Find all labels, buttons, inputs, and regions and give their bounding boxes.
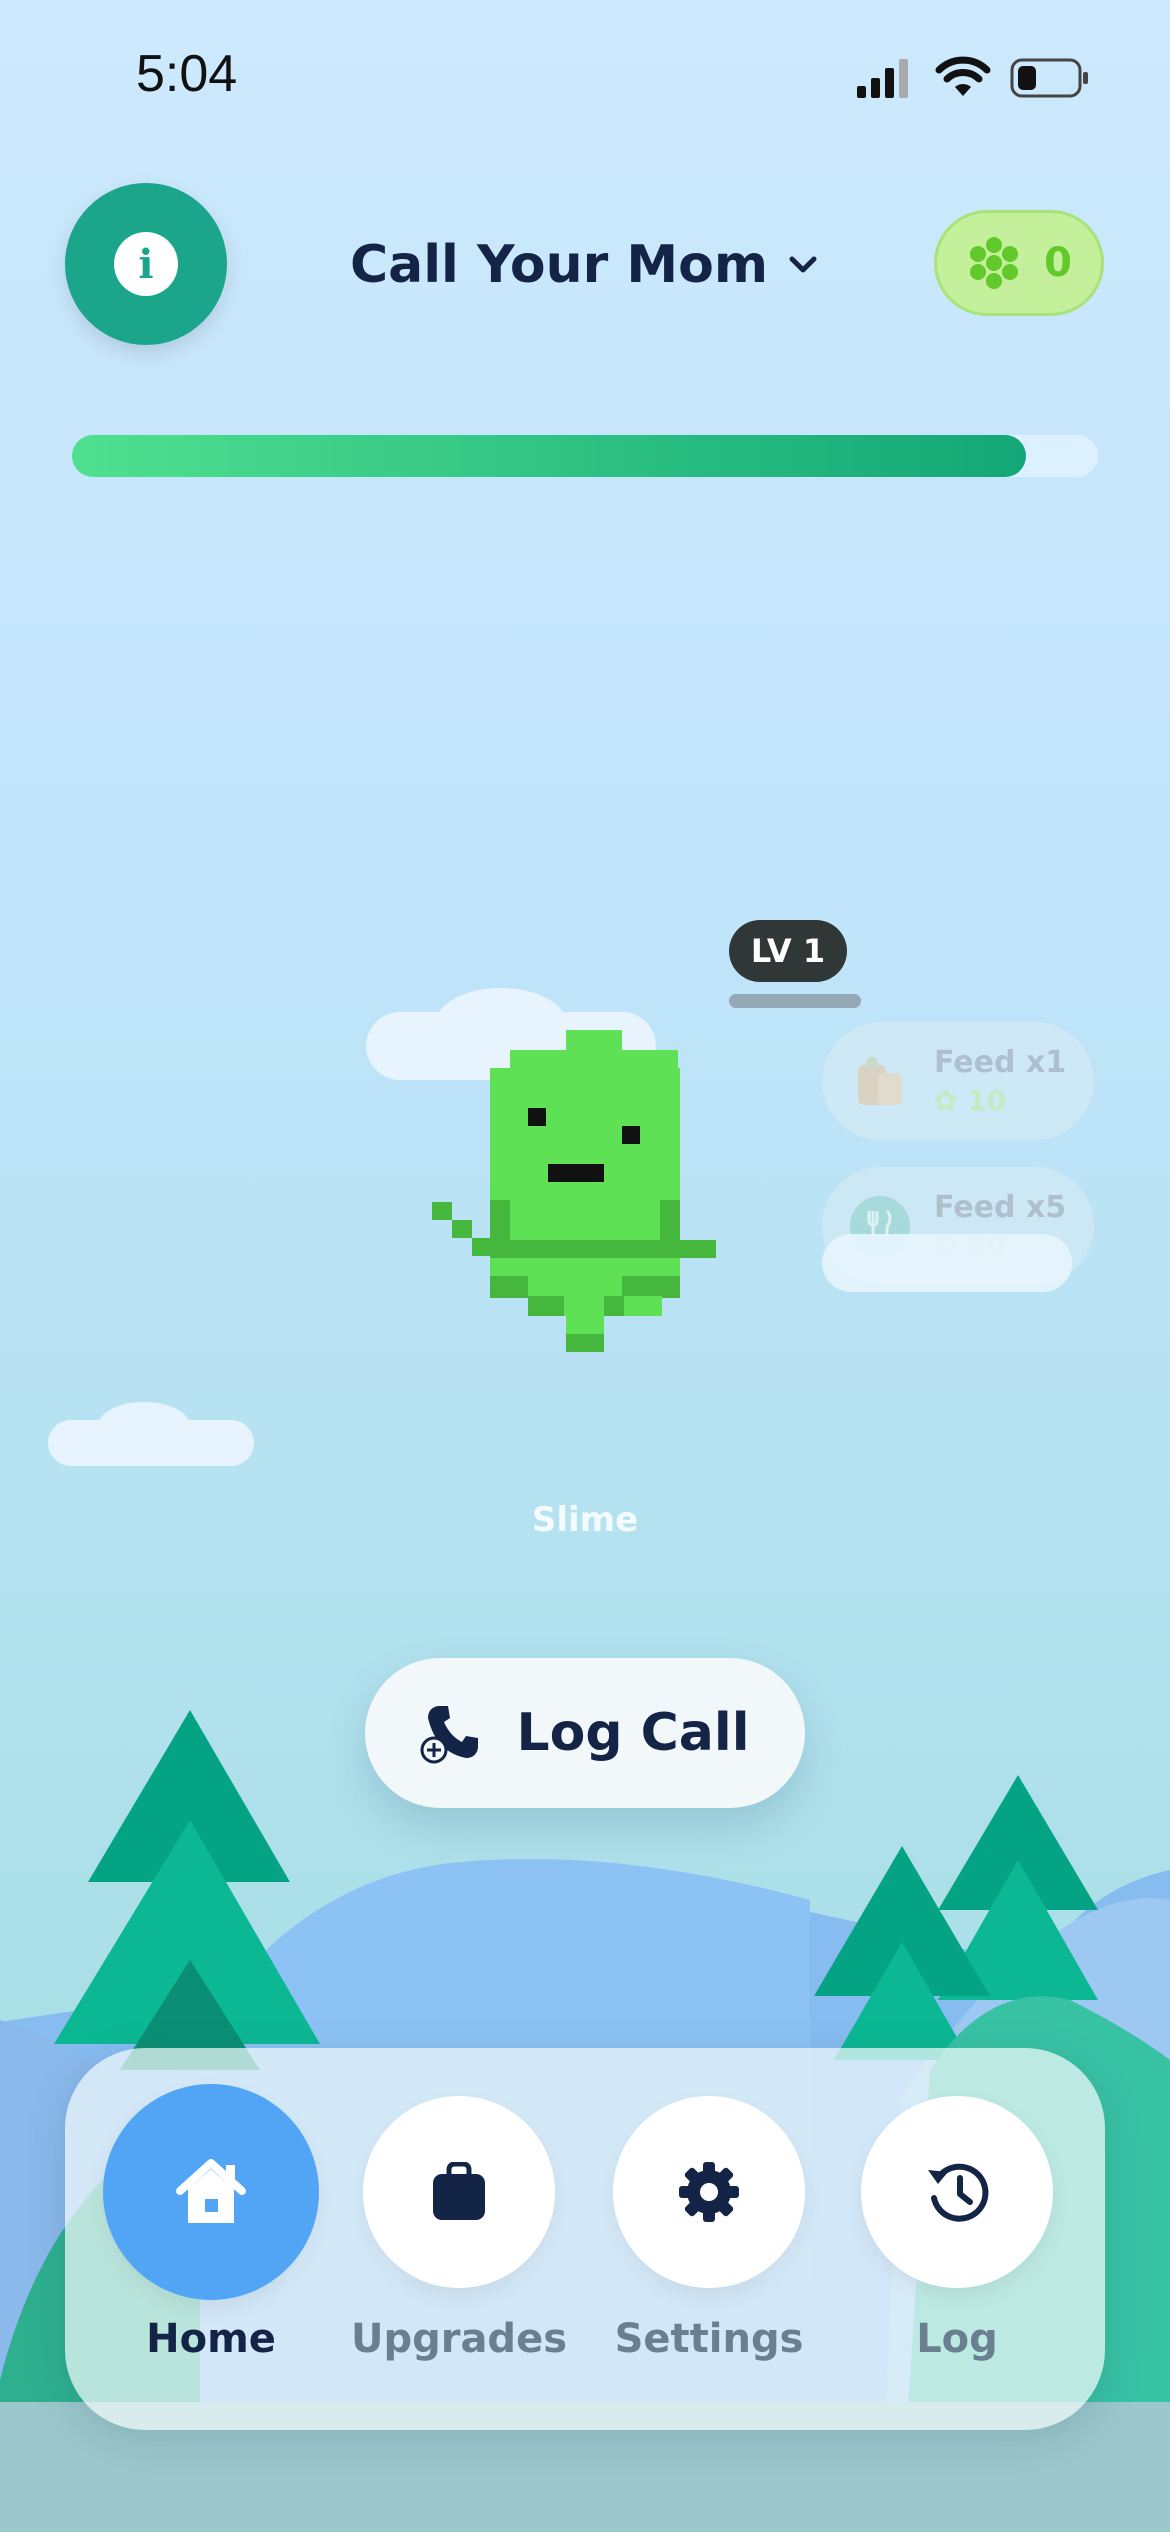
status-time: 5:04 — [136, 45, 238, 103]
pet-name: Slime — [531, 1500, 639, 1540]
nav-log-button[interactable] — [861, 2096, 1053, 2288]
nav-item-settings[interactable]: Settings — [589, 2096, 829, 2362]
chevron-down-icon — [789, 256, 817, 273]
cloud — [822, 1234, 1072, 1292]
clover-coin-icon — [970, 237, 1019, 289]
log-call-button[interactable]: Log Call — [365, 1658, 805, 1808]
food-bag-icon — [850, 1051, 910, 1111]
cloud — [98, 1402, 190, 1450]
nav-label-upgrades: Upgrades — [350, 2316, 568, 2362]
progress-fill — [72, 435, 1027, 477]
contact-selector[interactable]: Call Your Mom — [300, 225, 870, 305]
feed-label: Feed x5 — [934, 1190, 1067, 1225]
progress-bar — [72, 435, 1098, 477]
nav-item-home[interactable]: Home — [91, 2084, 331, 2362]
level-badge: LV 1 — [729, 920, 847, 982]
home-icon — [176, 2159, 246, 2223]
nav-home-button[interactable] — [103, 2084, 319, 2300]
info-icon: i — [114, 232, 178, 296]
nav-item-upgrades[interactable]: Upgrades — [339, 2096, 579, 2362]
nav-settings-button[interactable] — [613, 2096, 805, 2288]
level-progress-bar — [729, 994, 861, 1008]
log-call-label: Log Call — [516, 1703, 750, 1763]
history-icon — [928, 2163, 989, 2222]
nav-label-home: Home — [146, 2316, 276, 2362]
feed-x1-button[interactable]: Feed x1 ✿ 10 — [822, 1022, 1094, 1140]
nav-upgrades-button[interactable] — [363, 2096, 555, 2288]
info-button[interactable]: i — [65, 183, 227, 345]
nav-label-settings: Settings — [614, 2316, 804, 2362]
bag-icon — [433, 2162, 485, 2220]
bottom-nav: Home Upgrades Settings Log — [65, 2048, 1105, 2430]
feed-cost: ✿ 10 — [934, 1084, 1007, 1117]
nav-label-log: Log — [916, 2316, 998, 2362]
coin-count: 0 — [1044, 240, 1072, 286]
nav-item-log[interactable]: Log — [837, 2096, 1077, 2362]
battery-icon — [1010, 58, 1088, 98]
phone-add-icon — [420, 1706, 479, 1764]
gear-icon — [679, 2162, 739, 2222]
wifi-icon — [935, 56, 991, 96]
page-title: Call Your Mom — [349, 235, 769, 295]
coin-balance[interactable]: 0 — [934, 210, 1104, 316]
feed-label: Feed x1 — [934, 1045, 1067, 1080]
slime-pet[interactable] — [432, 1030, 720, 1354]
feed-cost-value: 10 — [967, 1084, 1007, 1117]
cellular-signal-icon — [857, 59, 908, 98]
